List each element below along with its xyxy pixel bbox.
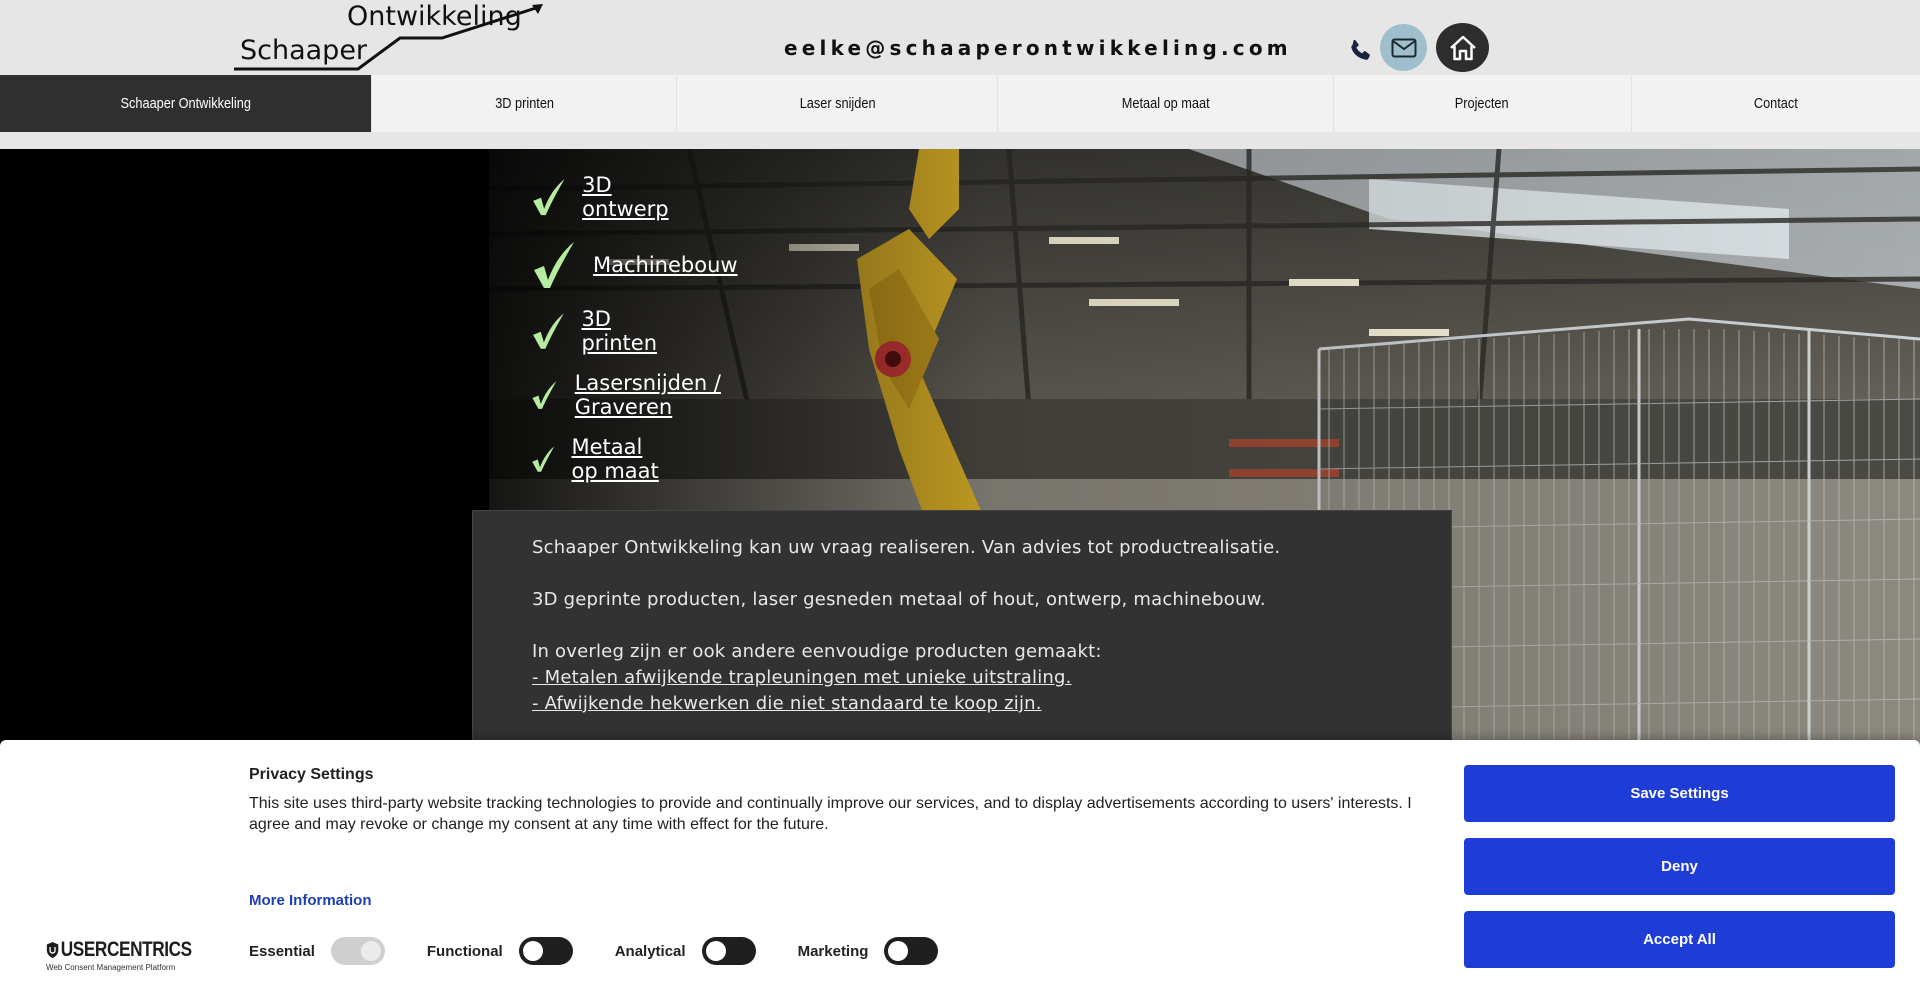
checkmark-icon	[533, 313, 564, 349]
checkmark-icon	[534, 242, 574, 288]
checkmark-icon	[532, 381, 557, 409]
functional-toggle[interactable]	[518, 937, 573, 965]
service-link-3d-ontwerp[interactable]: 3D ontwerp	[582, 173, 678, 221]
trapleuningen-link[interactable]: - Metalen afwijkende trapleuningen met u…	[532, 667, 1072, 688]
nav-item-home[interactable]: Schaaper Ontwikkeling	[0, 75, 373, 132]
consent-title: Privacy Settings	[249, 766, 374, 783]
nav-item-label: Schaaper Ontwikkeling	[120, 95, 251, 112]
mail-button[interactable]	[1380, 24, 1427, 71]
checkmark-icon	[532, 446, 555, 472]
functional-label: Functional	[426, 942, 503, 960]
analytical-label: Analytical	[614, 942, 686, 960]
nav-item-contact[interactable]: Contact	[1632, 75, 1920, 132]
nav-divider-strip	[0, 132, 1920, 149]
deny-button[interactable]: Deny	[1464, 838, 1895, 895]
consent-body: This site uses third-party website track…	[249, 795, 1412, 833]
usercentrics-subtitle: Web Consent Management Platform	[46, 963, 176, 972]
service-link-machinebouw[interactable]: Machinebouw	[593, 253, 738, 277]
nav-item-laser-snijden[interactable]: Laser snijden	[677, 75, 999, 132]
service-link-3d-printen[interactable]: 3D printen	[581, 307, 667, 355]
service-item: Lasersnijden / Graveren	[530, 370, 726, 420]
nav-item-label: Metaal op maat	[1121, 95, 1210, 112]
nav-item-label: Projecten	[1455, 95, 1510, 112]
intro-line-1: Schaaper Ontwikkeling kan uw vraag reali…	[532, 537, 1281, 558]
header-email[interactable]: eelke@schaaperontwikkeling.com	[784, 36, 1292, 60]
mail-icon	[1391, 38, 1416, 57]
site-header: Ontwikkeling Schaaper eelke@schaaperontw…	[0, 0, 1920, 75]
hekwerken-link[interactable]: - Afwijkende hekwerken die niet standaar…	[532, 693, 1042, 714]
more-information-link[interactable]: More Information	[249, 892, 372, 909]
nav-item-projecten[interactable]: Projecten	[1334, 75, 1632, 132]
service-item: Metaal op maat	[530, 434, 663, 484]
checkmark-icon	[533, 178, 565, 216]
marketing-label: Marketing	[797, 942, 869, 960]
logo-line1: Ontwikkeling	[347, 1, 522, 32]
home-icon	[1449, 35, 1476, 60]
usercentrics-brand: USERCENTRICS	[60, 938, 192, 961]
nav-item-label: Contact	[1753, 95, 1798, 112]
service-item: Machinebouw	[530, 240, 738, 290]
service-link-metaal-op-maat[interactable]: Metaal op maat	[572, 435, 663, 483]
site-logo[interactable]: Ontwikkeling Schaaper	[232, 0, 544, 75]
logo-line2: Schaaper	[240, 35, 368, 66]
shield-icon	[46, 942, 59, 958]
nav-item-3d-printen[interactable]: 3D printen	[372, 75, 678, 132]
nav-item-metaal-op-maat[interactable]: Metaal op maat	[998, 75, 1334, 132]
home-button[interactable]	[1436, 23, 1489, 72]
usercentrics-logo: USERCENTRICS Web Consent Management Plat…	[46, 938, 224, 972]
service-item: 3D printen	[530, 306, 668, 356]
save-settings-button[interactable]: Save Settings	[1464, 765, 1895, 822]
service-item: 3D ontwerp	[530, 172, 678, 222]
essential-toggle	[330, 937, 385, 965]
accept-all-button[interactable]: Accept All	[1464, 911, 1895, 968]
service-link-lasersnijden[interactable]: Lasersnijden / Graveren	[575, 371, 726, 419]
phone-icon[interactable]	[1346, 36, 1374, 64]
intro-line-2: 3D geprinte producten, laser gesneden me…	[532, 589, 1266, 610]
main-nav: Schaaper Ontwikkeling 3D printen Laser s…	[0, 75, 1920, 132]
nav-item-label: 3D printen	[494, 95, 554, 112]
marketing-toggle[interactable]	[884, 937, 939, 965]
consent-toggles: Essential Functional Analytical Marketin…	[249, 937, 939, 965]
analytical-toggle[interactable]	[701, 937, 756, 965]
nav-item-label: Laser snijden	[799, 95, 876, 112]
privacy-consent-banner: USERCENTRICS Web Consent Management Plat…	[0, 740, 1920, 993]
intro-line-3: In overleg zijn er ook andere eenvoudige…	[532, 641, 1102, 662]
essential-label: Essential	[249, 942, 315, 960]
